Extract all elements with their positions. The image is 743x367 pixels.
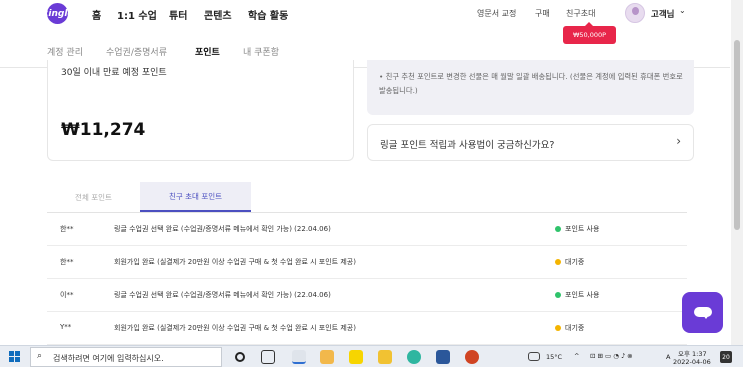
taskbar-search-input[interactable]: ⌕ 검색하려면 여기에 입력하십시오. (30, 347, 222, 367)
points-amount: ₩11,274 (61, 120, 146, 140)
row-status: 대기중 (555, 323, 584, 333)
top-navigation: Ringle 홈 1:1 수업 튜터 콘텐츠 학습 활동 영문서 교정 구매 친… (0, 0, 730, 30)
weather-temp[interactable]: 15°C (546, 353, 562, 361)
table-row: 한** 회원가입 완료 (실결제가 20만원 이상 수업권 구매 & 첫 수업 … (47, 246, 687, 279)
ime-indicator[interactable]: A (666, 353, 670, 361)
points-summary-card: 30일 이내 만료 예정 포인트 ₩11,274 (47, 60, 354, 161)
nav-lessons[interactable]: 1:1 수업 (117, 7, 157, 22)
row-name: Y** (60, 323, 72, 331)
table-row: 한** 링글 수업권 선택 완료 (수업권/증명서류 메뉴에서 확인 가능) (… (47, 213, 687, 246)
row-name: 한** (60, 258, 74, 266)
edge-icon[interactable] (407, 350, 421, 364)
row-name: 이** (60, 291, 74, 299)
points-history-table: 한** 링글 수업권 선택 완료 (수업권/증명서류 메뉴에서 확인 가능) (… (47, 212, 687, 345)
tab-invite-points[interactable]: 친구 초대 포인트 (140, 182, 251, 212)
file-explorer-icon[interactable] (320, 350, 334, 364)
row-status: 대기중 (555, 257, 584, 267)
expiring-points-label: 30일 이내 만료 예정 포인트 (61, 68, 167, 78)
kakaotalk-icon[interactable] (349, 350, 363, 364)
word-icon[interactable] (436, 350, 450, 364)
tray-app-icons[interactable]: ⊡ ⊞ ▭ ◔ ♪ ⊗ (590, 352, 633, 360)
clock-time[interactable]: 오후 1:37 (678, 348, 707, 358)
chat-support-button[interactable] (682, 292, 723, 333)
user-name[interactable]: 고객님 (651, 8, 674, 20)
status-label: 포인트 사용 (565, 291, 600, 299)
row-description: 링글 수업권 선택 완료 (수업권/증명서류 메뉴에서 확인 가능) (22.0… (114, 225, 331, 233)
status-label: 대기중 (565, 324, 585, 332)
scroll-thumb[interactable] (734, 40, 740, 230)
chevron-down-icon[interactable]: ⌄ (679, 6, 686, 15)
nav-home[interactable]: 홈 (92, 7, 101, 22)
tray-expand-icon[interactable]: ^ (574, 352, 579, 360)
status-dot-icon (555, 259, 561, 265)
row-description: 회원가입 완료 (실결제가 20만원 이상 수업권 구매 & 첫 수업 완료 시… (114, 324, 356, 332)
ringle-logo[interactable]: Ringle (41, 3, 74, 24)
nav-tutors[interactable]: 튜터 (169, 7, 187, 22)
search-icon: ⌕ (37, 351, 43, 361)
nav-purchase[interactable]: 구매 (535, 8, 550, 19)
row-description: 링글 수업권 선택 완료 (수업권/증명서류 메뉴에서 확인 가능) (22.0… (114, 291, 331, 299)
table-row: Y** 회원가입 완료 (실결제가 20만원 이상 수업권 구매 & 첫 수업 … (47, 312, 687, 345)
table-row: 이** 링글 수업권 선택 완료 (수업권/증명서류 메뉴에서 확인 가능) (… (47, 279, 687, 312)
page-scrollbar[interactable] (731, 0, 743, 345)
status-dot-icon (555, 226, 561, 232)
cortana-icon[interactable] (235, 352, 245, 362)
notice-text: • 친구 추천 포인트로 변경한 선물은 매 월말 일괄 배송됩니다. (선물은… (379, 72, 683, 95)
sticky-notes-icon[interactable] (378, 350, 392, 364)
task-view-icon[interactable] (261, 350, 275, 364)
nav-contents[interactable]: 콘텐츠 (204, 7, 232, 22)
row-name: 한** (60, 225, 74, 233)
notice-box: • 친구 추천 포인트로 변경한 선물은 매 월말 일괄 배송됩니다. (선물은… (367, 60, 694, 115)
row-status: 포인트 사용 (555, 224, 599, 234)
status-label: 대기중 (565, 258, 585, 266)
avatar[interactable] (625, 3, 645, 23)
status-dot-icon (555, 325, 561, 331)
row-status: 포인트 사용 (555, 290, 599, 300)
nav-activities[interactable]: 학습 활동 (248, 7, 288, 22)
weather-icon[interactable] (528, 352, 540, 361)
powerpoint-icon[interactable] (465, 350, 479, 364)
chrome-icon[interactable] (292, 350, 306, 364)
nav-invite-friends[interactable]: 친구초대 (566, 8, 595, 19)
chat-icon (694, 307, 712, 319)
notification-center-icon[interactable]: 20 (720, 351, 732, 363)
search-placeholder: 검색하려면 여기에 입력하십시오. (53, 354, 164, 363)
windows-taskbar: ⌕ 검색하려면 여기에 입력하십시오. 15°C ^ ⊡ ⊞ ▭ ◔ ♪ ⊗ A… (0, 345, 743, 367)
status-label: 포인트 사용 (565, 225, 600, 233)
clock-date[interactable]: 2022-04-06 (673, 358, 711, 366)
status-dot-icon (555, 292, 561, 298)
guide-label: 링글 포인트 적립과 사용법이 궁금하신가요? (380, 140, 555, 151)
windows-start-icon[interactable] (9, 351, 21, 363)
row-description: 회원가입 완료 (실결제가 20만원 이상 수업권 구매 & 첫 수업 완료 시… (114, 258, 356, 266)
tab-all-points[interactable]: 전체 포인트 (47, 182, 140, 212)
chevron-right-icon: › (676, 134, 681, 148)
points-guide-link[interactable]: 링글 포인트 적립과 사용법이 궁금하신가요? › (367, 124, 694, 161)
nav-editing[interactable]: 영문서 교정 (477, 8, 516, 19)
